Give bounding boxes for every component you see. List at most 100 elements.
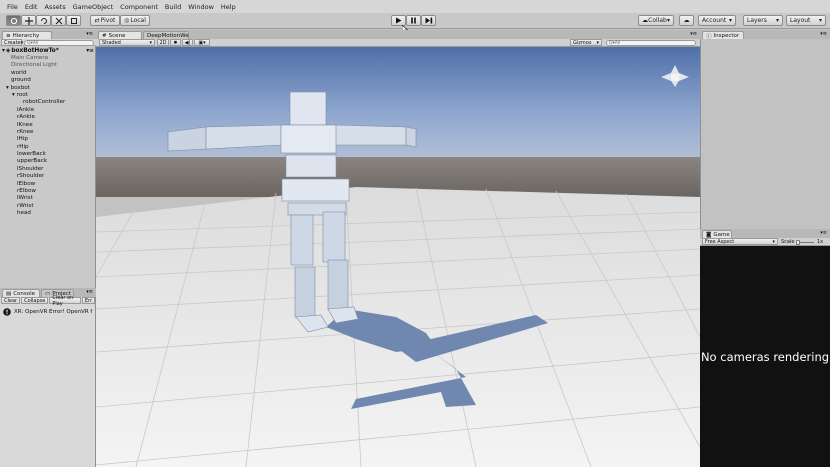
panel-menu-icon[interactable]: ▾≡ <box>86 31 93 37</box>
pivot-toggle[interactable]: ⇄ Pivot <box>90 15 120 26</box>
error-pause-label: Err <box>84 297 92 304</box>
audio-toggle[interactable]: ◀) <box>182 39 193 46</box>
scene-menu-icon[interactable]: ▾≡ <box>86 48 94 54</box>
menu-edit[interactable]: Edit <box>25 3 38 11</box>
robot-head <box>289 91 327 126</box>
hierarchy-item[interactable]: lShoulder <box>0 166 96 173</box>
tab-game[interactable]: ◙ Game <box>702 230 732 238</box>
rotate-tool-button[interactable] <box>36 15 51 26</box>
hierarchy-item[interactable]: ▾ root <box>0 92 96 99</box>
hierarchy-item[interactable]: lAnkle <box>0 107 96 114</box>
chevron-down-icon: ▾ <box>775 17 779 24</box>
tab-inspector[interactable]: ⓘ Inspector <box>702 31 744 40</box>
console-icon: ▤ <box>6 290 12 297</box>
menu-help[interactable]: Help <box>221 3 236 11</box>
hierarchy-item[interactable]: head <box>0 210 96 217</box>
panel-menu-icon[interactable]: ▾≡ <box>86 289 93 295</box>
hierarchy-search-input[interactable]: Q▾All <box>24 39 94 46</box>
tab-deepmotion[interactable]: DeepMotionWe <box>143 31 189 39</box>
layers-dropdown[interactable]: Layers ▾ <box>743 15 783 26</box>
menu-gameobject[interactable]: GameObject <box>73 3 114 11</box>
robot-upper-back <box>285 154 337 178</box>
hierarchy-item[interactable]: lHip <box>0 136 96 143</box>
console-log-entry[interactable]: XR: OpenVR Error! OpenVR f <box>3 307 95 316</box>
move-tool-button[interactable] <box>21 15 36 26</box>
scene-tabstrip: # Scene DeepMotionWe ▾≡ <box>96 30 700 39</box>
hierarchy-item[interactable]: lowerBack <box>0 151 96 158</box>
scale-icon <box>55 17 62 24</box>
hierarchy-item[interactable]: rWrist <box>0 203 96 210</box>
tab-hierarchy[interactable]: ≡ Hierarchy <box>2 31 52 39</box>
hierarchy-item[interactable]: world <box>0 70 96 77</box>
layout-dropdown[interactable]: Layout ▾ <box>786 15 826 26</box>
tab-inspector-label: Inspector <box>713 32 740 39</box>
hierarchy-item-label: root <box>16 91 28 98</box>
hierarchy-item[interactable]: ▾ boxbot <box>0 85 96 92</box>
local-toggle[interactable]: ◎ Local <box>120 15 150 26</box>
tab-hierarchy-label: Hierarchy <box>12 32 40 39</box>
account-dropdown[interactable]: Account ▾ <box>698 15 736 26</box>
error-pause-button[interactable]: Err <box>81 297 95 304</box>
hand-tool-button[interactable] <box>6 15 21 26</box>
hierarchy-item[interactable]: lElbow <box>0 181 96 188</box>
hierarchy-item[interactable]: rAnkle <box>0 114 96 121</box>
hierarchy-item-label: rShoulder <box>17 173 45 180</box>
rect-tool-button[interactable] <box>66 15 81 26</box>
scale-slider-thumb[interactable] <box>796 239 800 245</box>
pause-button[interactable] <box>406 15 421 26</box>
hierarchy-item[interactable]: lKnee <box>0 122 96 129</box>
aspect-dropdown[interactable]: Free Aspect ▾ <box>702 238 778 245</box>
menu-build[interactable]: Build <box>165 3 181 11</box>
scene-search-input[interactable]: Q▾All <box>606 39 696 46</box>
tab-console[interactable]: ▤ Console <box>2 289 40 297</box>
scene-viewport[interactable] <box>96 47 700 467</box>
scale-tool-button[interactable] <box>51 15 66 26</box>
folder-icon: ▭ <box>45 290 51 297</box>
step-button[interactable] <box>421 15 436 26</box>
hierarchy-item[interactable]: robotController <box>0 99 96 106</box>
shading-mode-dropdown[interactable]: Shaded ▾ <box>99 39 155 46</box>
rotate-icon <box>40 17 47 24</box>
lighting-toggle[interactable]: ✹ <box>170 39 181 46</box>
gizmos-dropdown[interactable]: Gizmos ▾ <box>570 39 602 46</box>
cloud-button[interactable]: ☁ <box>679 15 694 26</box>
collab-label: Collab <box>648 17 667 24</box>
unity-scene-icon: ◈ <box>5 48 11 54</box>
menu-window[interactable]: Window <box>188 3 214 11</box>
hierarchy-item[interactable]: ground <box>0 77 96 84</box>
image-icon: ▣▾ <box>198 39 206 46</box>
collapse-button[interactable]: Collapse <box>21 297 49 304</box>
hierarchy-item[interactable]: Directional Light <box>0 62 96 69</box>
create-button[interactable]: Create ▾ <box>1 39 23 46</box>
effects-dropdown[interactable]: ▣▾ <box>194 39 210 46</box>
menu-component[interactable]: Component <box>120 3 158 11</box>
scene-root-row[interactable]: ▾ ◈ boxBotHowTo* ▾≡ <box>2 47 94 55</box>
hierarchy-item[interactable]: rShoulder <box>0 173 96 180</box>
clear-button[interactable]: Clear <box>1 297 21 304</box>
tab-console-label: Console <box>13 290 36 297</box>
hierarchy-item[interactable]: upperBack <box>0 158 96 165</box>
clear-on-play-button[interactable]: Clear on Play <box>49 295 81 307</box>
2d-toggle[interactable]: 2D <box>157 39 169 46</box>
create-label: Create <box>4 39 21 46</box>
panel-menu-icon[interactable]: ▾≡ <box>820 31 827 37</box>
collapse-label: Collapse <box>24 297 46 304</box>
hierarchy-item[interactable]: rHip <box>0 144 96 151</box>
menu-file[interactable]: File <box>7 3 18 11</box>
play-icon <box>396 17 402 24</box>
hierarchy-item[interactable]: lWrist <box>0 195 96 202</box>
tab-scene[interactable]: # Scene <box>98 31 142 39</box>
move-icon <box>24 16 33 25</box>
panel-menu-icon[interactable]: ▾≡ <box>820 230 827 236</box>
scene-toolbar: Shaded ▾ 2D ✹ ◀) ▣▾ Gizmos ▾ Q▾All <box>96 39 700 47</box>
menu-assets[interactable]: Assets <box>44 3 65 11</box>
panel-menu-icon[interactable]: ▾≡ <box>690 31 697 37</box>
pivot-label: Pivot <box>100 17 116 24</box>
hierarchy-item[interactable]: rKnee <box>0 129 96 136</box>
hierarchy-item[interactable]: Main Camera <box>0 55 96 62</box>
search-placeholder: Q▾All <box>27 40 39 46</box>
list-icon: ≡ <box>6 32 11 39</box>
collab-dropdown[interactable]: ☁ Collab ▾ <box>638 15 674 26</box>
game-view[interactable]: No cameras rendering <box>700 246 830 467</box>
hierarchy-item[interactable]: rElbow <box>0 188 96 195</box>
